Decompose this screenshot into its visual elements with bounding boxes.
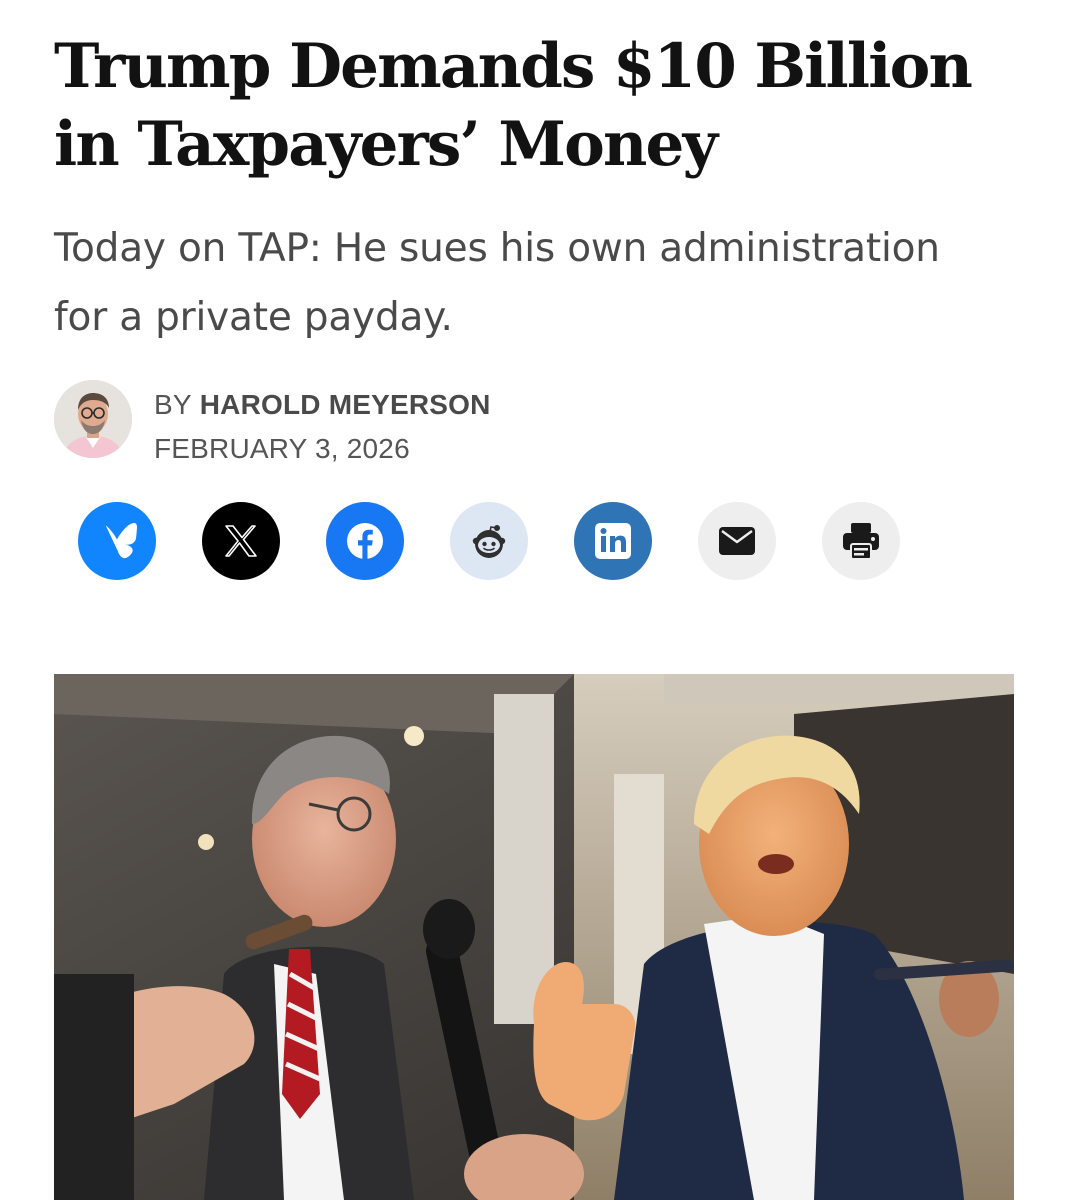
author-line: BY HAROLD MEYERSON <box>154 388 491 422</box>
printer-icon <box>843 523 879 560</box>
share-linkedin-button[interactable] <box>574 502 652 580</box>
share-x-button[interactable] <box>202 502 280 580</box>
linkedin-icon <box>595 523 631 559</box>
x-logo-icon <box>225 525 257 557</box>
share-print-button[interactable] <box>822 502 900 580</box>
dek: Today on TAP: He sues his own administra… <box>54 214 1034 352</box>
byline-prefix: BY <box>154 389 192 420</box>
share-buttons <box>24 502 924 582</box>
author-name[interactable]: HAROLD MEYERSON <box>200 389 491 420</box>
publish-date: FEBRUARY 3, 2026 <box>154 433 410 464</box>
share-reddit-button[interactable] <box>450 502 528 580</box>
dek-line-1: Today on TAP: He sues his own administra… <box>54 226 940 271</box>
headline: Trump Demands $10 Billion in Taxpayers’ … <box>54 28 1034 184</box>
headline-line-2: in Taxpayers’ Money <box>54 109 718 180</box>
facebook-icon <box>347 523 383 559</box>
headline-line-1: Trump Demands $10 Billion <box>54 31 973 102</box>
article-lead-photo <box>54 674 1014 1200</box>
share-bluesky-button[interactable] <box>78 502 156 580</box>
reddit-icon <box>472 525 506 558</box>
byline-text: BY HAROLD MEYERSON FEBRUARY 3, 2026 <box>154 388 491 466</box>
author-avatar[interactable] <box>54 380 132 458</box>
dek-line-2: for a private payday. <box>54 295 453 340</box>
butterfly-icon <box>105 523 137 559</box>
share-email-button[interactable] <box>698 502 776 580</box>
share-facebook-button[interactable] <box>326 502 404 580</box>
byline: BY HAROLD MEYERSON FEBRUARY 3, 2026 <box>54 380 654 464</box>
mail-icon <box>719 527 755 555</box>
